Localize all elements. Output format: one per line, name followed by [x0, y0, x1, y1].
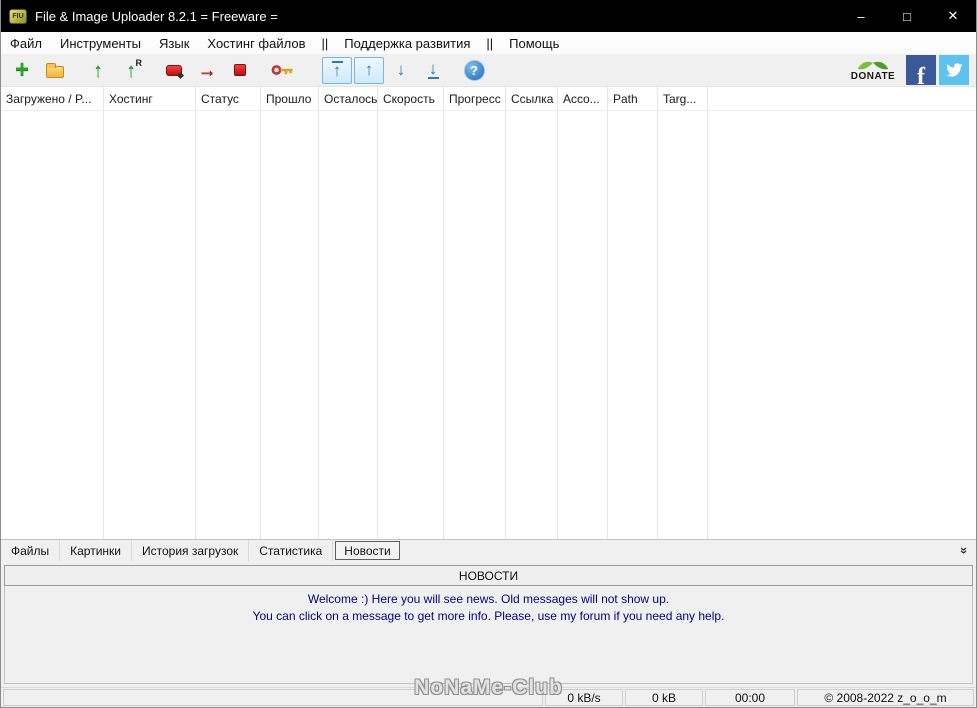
news-messages: Welcome :) Here you will see news. Old m…: [4, 586, 973, 684]
add-files-button[interactable]: +: [8, 57, 36, 84]
upload-arrow-icon: ↑: [93, 59, 103, 81]
move-down-button[interactable]: ↓: [386, 57, 416, 84]
news-panel: НОВОСТИ Welcome :) Here you will see new…: [1, 561, 976, 687]
collapse-chevron-icon[interactable]: »: [957, 547, 972, 554]
stop-button[interactable]: [226, 57, 254, 84]
window-title: File & Image Uploader 8.2.1 = Freeware =: [35, 8, 278, 24]
move-up-button[interactable]: ↑: [354, 56, 384, 84]
key-icon: [271, 65, 293, 75]
menu-bar: Файл Инструменты Язык Хостинг файлов || …: [1, 32, 976, 54]
upload-arrow-icon: ↑: [126, 59, 136, 81]
status-size: 0 kB: [625, 689, 703, 706]
news-panel-header: НОВОСТИ: [4, 565, 973, 586]
leaves-icon: [857, 61, 889, 70]
menu-support-development[interactable]: Поддержка развития: [335, 32, 479, 54]
start-upload-button[interactable]: ↑: [84, 57, 112, 84]
stop-icon: [234, 64, 246, 76]
tab-pictures[interactable]: Картинки: [60, 540, 132, 561]
close-button[interactable]: ✕: [930, 0, 976, 32]
delete-button[interactable]: [160, 57, 188, 84]
tab-files[interactable]: Файлы: [1, 540, 61, 561]
twitter-bird-icon: [946, 63, 963, 77]
column-header-account[interactable]: Acco...: [558, 87, 608, 110]
red-arrow-icon: →: [197, 59, 217, 81]
column-header-target[interactable]: Targ...: [658, 87, 708, 110]
add-folder-button[interactable]: [41, 57, 69, 84]
list-header: Загружено / P... Хостинг Статус Прошло О…: [1, 87, 976, 111]
resume-badge: R: [135, 57, 143, 68]
watermark: NoNaMe-Club: [414, 676, 563, 699]
column-header-hosting[interactable]: Хостинг: [104, 87, 196, 110]
facebook-button[interactable]: f: [906, 55, 936, 85]
delete-icon: [166, 64, 182, 76]
column-header-link[interactable]: Ссылка: [506, 87, 558, 110]
tab-upload-history[interactable]: История загрузок: [132, 540, 250, 561]
title-bar: FIU File & Image Uploader 8.2.1 = Freewa…: [1, 0, 976, 32]
skip-button[interactable]: →: [193, 57, 221, 84]
folder-icon: [46, 62, 64, 78]
help-icon: ?: [463, 59, 485, 81]
arrow-down-icon: ↓: [396, 60, 406, 80]
news-message[interactable]: You can click on a message to get more i…: [5, 609, 972, 623]
move-to-top-button[interactable]: ↑: [322, 56, 352, 84]
column-header-uploaded-path[interactable]: Загружено / P...: [1, 87, 104, 110]
column-header-status[interactable]: Статус: [196, 87, 261, 110]
toolbar: + ↑ ↑ R → ↑ ↑ ↓ ↓ ? DONATE f: [1, 54, 976, 87]
menu-tools[interactable]: Инструменты: [51, 32, 150, 54]
arrow-to-bottom-icon: ↓: [427, 59, 439, 79]
move-to-bottom-button[interactable]: ↓: [418, 57, 448, 84]
accounts-button[interactable]: [269, 57, 297, 84]
minimize-button[interactable]: –: [838, 0, 884, 32]
tab-news[interactable]: Новости: [335, 541, 400, 560]
menu-language[interactable]: Язык: [150, 32, 198, 54]
maximize-button[interactable]: □: [884, 0, 930, 32]
status-copyright: © 2008-2022 z_o_o_m: [797, 689, 974, 706]
twitter-button[interactable]: [939, 55, 969, 85]
facebook-icon: f: [917, 64, 925, 85]
donate-label: DONATE: [850, 71, 896, 82]
menu-file-hosting[interactable]: Хостинг файлов: [198, 32, 314, 54]
column-header-filler: [708, 87, 976, 110]
plus-icon: +: [14, 56, 29, 83]
start-upload-resume-button[interactable]: ↑ R: [117, 57, 145, 84]
window-controls: – □ ✕: [838, 0, 976, 32]
column-header-path[interactable]: Path: [608, 87, 658, 110]
column-header-progress[interactable]: Прогресс: [444, 87, 506, 110]
arrow-up-icon: ↑: [364, 60, 374, 80]
status-time: 00:00: [705, 689, 795, 706]
donate-button[interactable]: DONATE: [848, 58, 898, 82]
menu-separator: ||: [486, 35, 494, 51]
help-button[interactable]: ?: [460, 57, 488, 84]
news-message[interactable]: Welcome :) Here you will see news. Old m…: [5, 592, 972, 606]
column-header-speed[interactable]: Скорость: [378, 87, 444, 110]
menu-file[interactable]: Файл: [1, 32, 51, 54]
menu-help[interactable]: Помощь: [500, 32, 568, 54]
upload-list-body[interactable]: [1, 111, 976, 539]
tab-statistics[interactable]: Статистика: [249, 540, 334, 561]
arrow-to-top-icon: ↑: [331, 61, 343, 81]
column-header-remaining[interactable]: Осталось: [319, 87, 378, 110]
menu-separator: ||: [321, 35, 329, 51]
bottom-tab-strip: Файлы Картинки История загрузок Статисти…: [1, 539, 976, 561]
column-header-elapsed[interactable]: Прошло: [261, 87, 319, 110]
app-icon: FIU: [9, 8, 27, 24]
app-window: FIU File & Image Uploader 8.2.1 = Freewa…: [0, 0, 977, 708]
